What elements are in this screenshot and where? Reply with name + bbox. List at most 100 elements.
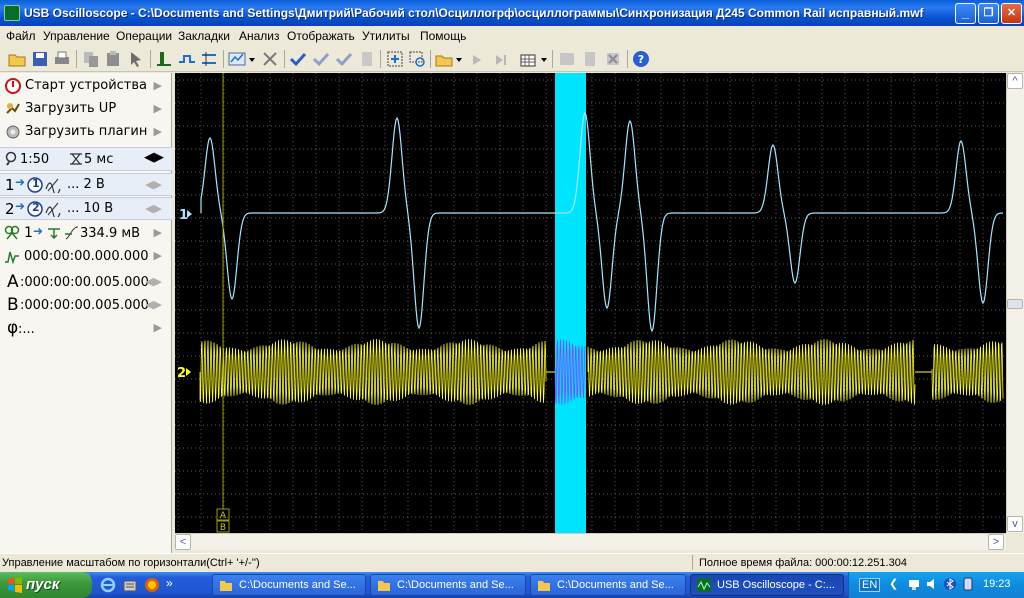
trigger-time-arrow-icon[interactable]: ▶ bbox=[154, 249, 162, 262]
close-button[interactable]: ✕ bbox=[1001, 3, 1022, 24]
task-explorer-2[interactable]: C:\Documents and Se... bbox=[370, 574, 526, 596]
scroll-up-button[interactable]: ^ bbox=[1007, 73, 1023, 89]
trigger-level-icon[interactable] bbox=[64, 225, 80, 241]
load-up-arrow-icon[interactable]: ▶ bbox=[154, 102, 162, 115]
display-dropdown-icon[interactable] bbox=[248, 50, 256, 68]
trigger-time-row[interactable]: 000:00:00.000.000 ▶ bbox=[0, 246, 172, 267]
task-usb-oscilloscope[interactable]: USB Oscilloscope - C:... bbox=[690, 574, 844, 596]
bluetooth-icon[interactable] bbox=[943, 577, 957, 591]
channel-1-marker[interactable]: 1 bbox=[179, 208, 188, 223]
channel-1-coupling-icon[interactable] bbox=[45, 177, 61, 193]
menu-file[interactable]: Файл bbox=[6, 29, 36, 43]
menu-control[interactable]: Управление bbox=[43, 29, 110, 43]
language-indicator[interactable]: EN bbox=[859, 578, 881, 592]
cursor-b-time[interactable]: :000:00:00.005.000 bbox=[20, 298, 149, 313]
paste-icon[interactable] bbox=[104, 50, 122, 68]
timebase-stepper-icon[interactable]: ◀▶ bbox=[144, 150, 164, 165]
trigger-arrow-right-icon[interactable]: ▶ bbox=[154, 226, 162, 239]
trigger-channel[interactable]: 1 bbox=[24, 225, 33, 241]
vertical-scrollbar[interactable]: ^ v bbox=[1006, 73, 1024, 533]
timebase-icon[interactable] bbox=[68, 151, 84, 167]
phase-row[interactable]: φ :... ▶ bbox=[0, 318, 172, 339]
trigger-row[interactable]: 1 ➜ 334.9 мВ ▶ bbox=[0, 223, 172, 244]
check-down-icon[interactable] bbox=[335, 50, 353, 68]
trigger-edge-icon[interactable] bbox=[46, 225, 62, 241]
page-icon[interactable] bbox=[358, 50, 376, 68]
channel-2-marker[interactable]: 2 bbox=[177, 366, 186, 381]
channels-icon[interactable] bbox=[200, 50, 218, 68]
cursor-b-stepper-icon[interactable]: ◀▶ bbox=[145, 298, 162, 311]
minimize-button[interactable]: _ bbox=[955, 3, 976, 24]
cursor-a-stepper-icon[interactable]: ◀▶ bbox=[145, 275, 162, 288]
menu-display[interactable]: Отображать bbox=[287, 29, 355, 43]
channel-2-marker-arrow-icon[interactable] bbox=[186, 368, 191, 376]
check-all-icon[interactable] bbox=[312, 50, 330, 68]
quicklaunch-more-icon[interactable]: » bbox=[166, 576, 173, 590]
cursor-icon[interactable] bbox=[127, 50, 145, 68]
usb-device-icon[interactable] bbox=[961, 577, 975, 591]
step-icon[interactable] bbox=[492, 50, 510, 68]
cursor-b-row[interactable]: B :000:00:00.005.000 ◀▶ bbox=[0, 295, 172, 316]
display-icon[interactable] bbox=[228, 50, 246, 68]
calculator-icon[interactable] bbox=[122, 577, 138, 593]
speaker-icon[interactable] bbox=[925, 577, 939, 591]
play-icon[interactable] bbox=[468, 50, 486, 68]
menu-operations[interactable]: Операции bbox=[116, 29, 172, 43]
trigger-icon[interactable] bbox=[155, 50, 173, 68]
zoom-area-icon[interactable] bbox=[408, 50, 426, 68]
channel-1-marker-arrow-icon[interactable] bbox=[187, 210, 192, 218]
oscilloscope-display[interactable]: A B 1 2 bbox=[175, 73, 1006, 533]
restore-button[interactable]: ❐ bbox=[978, 3, 999, 24]
channel-1-scale[interactable]: ... 2 В bbox=[67, 177, 105, 192]
copy-icon[interactable] bbox=[82, 50, 100, 68]
channel-2-row[interactable]: 2 ➜ 2 ... 10 В ◀▶ bbox=[0, 197, 172, 220]
measure-icon[interactable] bbox=[178, 50, 196, 68]
trigger-time[interactable]: 000:00:00.000.000 bbox=[24, 249, 149, 264]
tray-expand-icon[interactable]: ❮ bbox=[889, 577, 898, 590]
grid-dropdown-icon[interactable] bbox=[540, 50, 548, 68]
open-icon[interactable] bbox=[8, 50, 26, 68]
channel-1-row[interactable]: 1 ➜ 1 ... 2 В ◀▶ bbox=[0, 173, 172, 196]
scroll-left-button[interactable]: < bbox=[175, 534, 191, 550]
start-device-row[interactable]: Старт устройства ▶ bbox=[0, 76, 172, 97]
channel-1-stepper-icon[interactable]: ◀▶ bbox=[145, 178, 162, 191]
cursor-a-time[interactable]: :000:00:00.005.000 bbox=[20, 275, 149, 290]
menu-utilities[interactable]: Утилиты bbox=[362, 29, 410, 43]
task-explorer-3[interactable]: C:\Documents and Se... bbox=[530, 574, 686, 596]
save-icon[interactable] bbox=[31, 50, 49, 68]
channel-2-stepper-icon[interactable]: ◀▶ bbox=[145, 202, 162, 215]
cursor-a-row[interactable]: A :000:00:00.005.000 ◀▶ bbox=[0, 272, 172, 293]
menu-help[interactable]: Помощь bbox=[420, 29, 466, 43]
load-plugin-row[interactable]: Загрузить плагин ▶ bbox=[0, 122, 172, 143]
timebase-value[interactable]: 5 мс bbox=[84, 152, 113, 167]
channel-2-coupling-icon[interactable] bbox=[45, 201, 61, 217]
print-icon[interactable] bbox=[53, 50, 71, 68]
start-device-arrow-icon[interactable]: ▶ bbox=[154, 79, 162, 92]
magnifier-icon[interactable] bbox=[4, 151, 20, 167]
trigger-level[interactable]: 334.9 мВ bbox=[80, 226, 140, 241]
cut-icon[interactable] bbox=[261, 50, 279, 68]
start-button[interactable]: пуск bbox=[0, 572, 92, 598]
ie-icon[interactable] bbox=[100, 577, 116, 593]
scroll-down-button[interactable]: v bbox=[1007, 516, 1023, 532]
capture-icon[interactable] bbox=[558, 50, 576, 68]
app-icon[interactable] bbox=[4, 5, 20, 21]
open-ref-icon[interactable] bbox=[435, 50, 453, 68]
scroll-right-button[interactable]: > bbox=[988, 534, 1004, 550]
firefox-icon[interactable] bbox=[144, 577, 160, 593]
waveform-plot[interactable]: A B 1 2 bbox=[175, 73, 1006, 533]
phase-arrow-icon[interactable]: ▶ bbox=[154, 321, 162, 334]
check-icon[interactable] bbox=[289, 50, 307, 68]
trigger-mode-icon[interactable] bbox=[4, 225, 20, 241]
delete-icon[interactable] bbox=[604, 50, 622, 68]
document-icon[interactable] bbox=[581, 50, 599, 68]
title-bar[interactable]: USB Oscilloscope - C:\Documents and Sett… bbox=[0, 0, 1024, 26]
zoom-value[interactable]: 1:50 bbox=[20, 152, 49, 167]
network-icon[interactable] bbox=[907, 577, 921, 591]
zoom-fit-icon[interactable] bbox=[386, 50, 404, 68]
help-icon[interactable]: ? bbox=[632, 50, 650, 68]
grid-icon[interactable] bbox=[519, 50, 537, 68]
horizontal-scrollbar[interactable]: < > bbox=[175, 533, 1006, 550]
load-up-row[interactable]: Загрузить UP ▶ bbox=[0, 99, 172, 120]
channel-2-scale[interactable]: ... 10 В bbox=[67, 201, 113, 216]
